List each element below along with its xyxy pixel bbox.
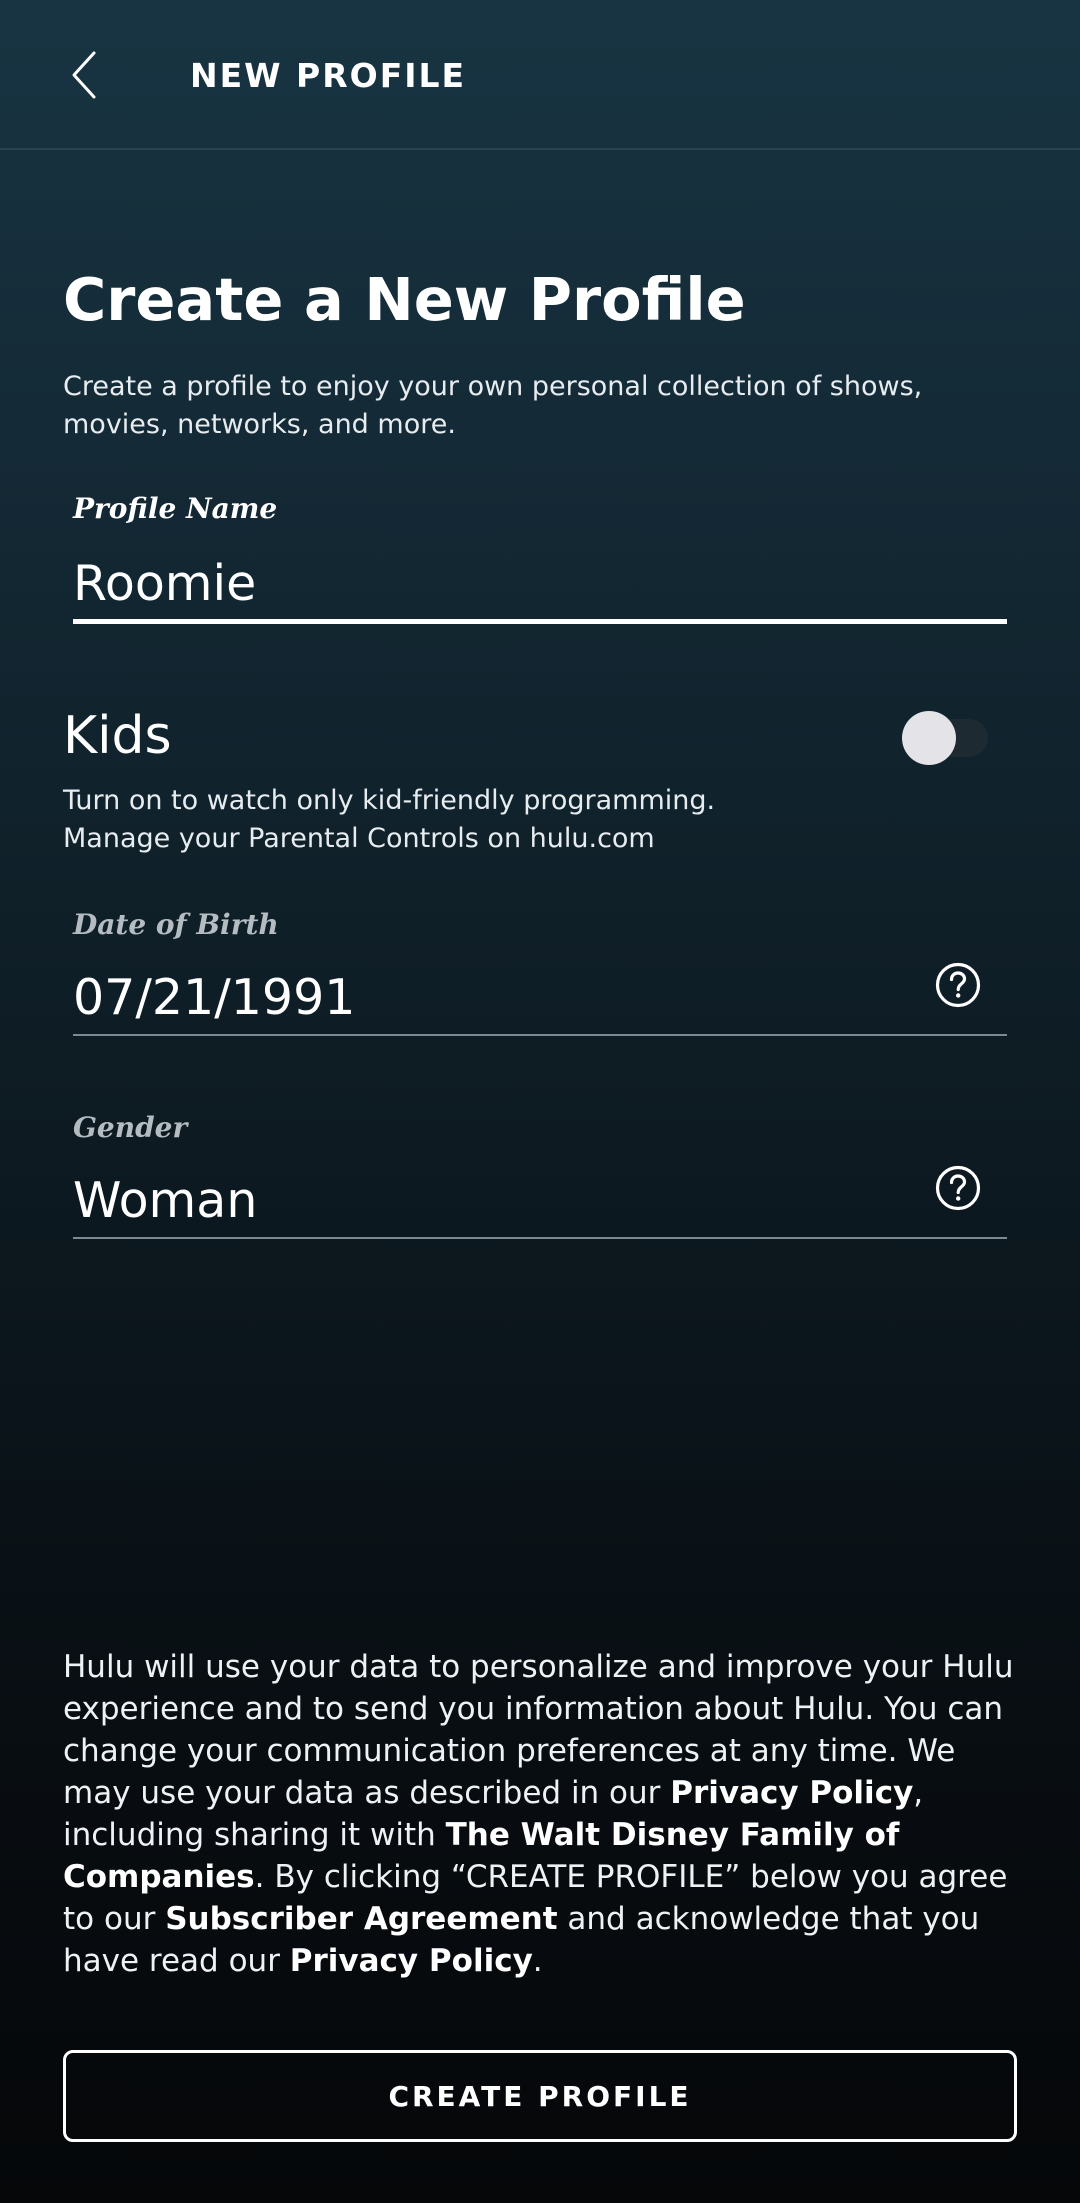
- dob-underline: [73, 1034, 1007, 1036]
- page-subtitle: Create a profile to enjoy your own perso…: [63, 371, 923, 440]
- dob-input[interactable]: [73, 966, 1007, 1030]
- question-circle-icon: [935, 1165, 981, 1211]
- create-profile-button[interactable]: CREATE PROFILE: [63, 2050, 1017, 2142]
- profile-name-input[interactable]: [73, 552, 1007, 616]
- kids-description-line: Turn on to watch only kid-friendly progr…: [63, 785, 716, 816]
- gender-underline: [73, 1237, 1007, 1239]
- kids-toggle[interactable]: [900, 710, 990, 766]
- legal-disclaimer: Hulu will use your data to personalize a…: [63, 1646, 1023, 1982]
- privacy-policy-link[interactable]: Privacy Policy: [290, 1943, 533, 1979]
- privacy-policy-link[interactable]: Privacy Policy: [670, 1775, 913, 1811]
- dob-label: Date of Birth: [73, 908, 279, 941]
- profile-name-label: Profile Name: [73, 492, 278, 525]
- kids-description: Turn on to watch only kid-friendly progr…: [63, 782, 715, 858]
- chevron-left-icon: [72, 51, 96, 99]
- kids-title: Kids: [63, 706, 172, 766]
- question-circle-icon: [935, 962, 981, 1008]
- profile-name-underline: [73, 619, 1007, 624]
- gender-input[interactable]: [73, 1169, 1007, 1233]
- gender-label: Gender: [73, 1111, 188, 1144]
- header-title: NEW PROFILE: [190, 56, 467, 95]
- gender-help-button[interactable]: [934, 1164, 982, 1212]
- page-title: Create a New Profile: [63, 265, 746, 334]
- dob-help-button[interactable]: [934, 961, 982, 1009]
- parental-controls-text: Manage your Parental Controls on hulu.co…: [63, 823, 655, 854]
- back-button[interactable]: [56, 44, 116, 104]
- kids-toggle-knob: [902, 711, 956, 765]
- subscriber-agreement-link[interactable]: Subscriber Agreement: [165, 1901, 557, 1937]
- header-bar: NEW PROFILE: [0, 0, 1080, 150]
- legal-text: .: [532, 1943, 543, 1979]
